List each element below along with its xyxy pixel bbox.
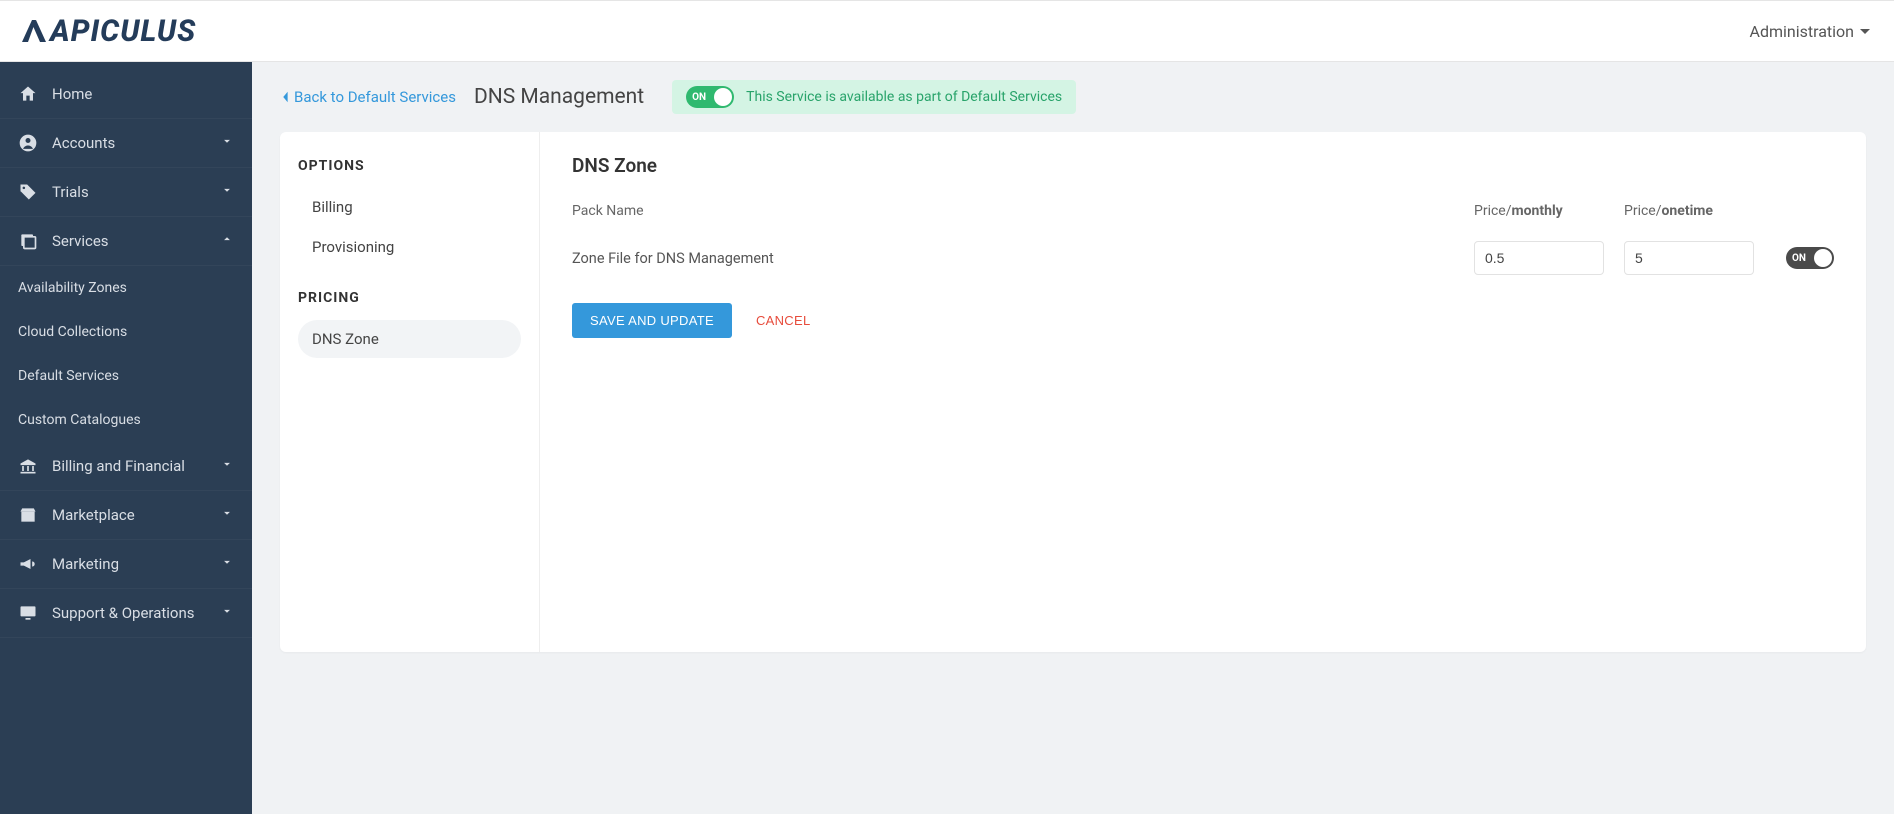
main-content: Back to Default Services DNS Management … bbox=[252, 62, 1894, 814]
service-status-pill: ON This Service is available as part of … bbox=[672, 80, 1076, 114]
admin-label: Administration bbox=[1750, 22, 1855, 41]
sidebar-item-accounts[interactable]: Accounts bbox=[0, 119, 252, 168]
pricing-heading: PRICING bbox=[298, 290, 521, 306]
sidebar-item-marketplace[interactable]: Marketplace bbox=[0, 491, 252, 540]
chevron-up-icon bbox=[220, 232, 234, 250]
pricing-item-dns-zone[interactable]: DNS Zone bbox=[298, 320, 521, 358]
page-header: Back to Default Services DNS Management … bbox=[252, 62, 1894, 132]
brand-logo: APICULUS bbox=[18, 14, 196, 49]
options-heading: OPTIONS bbox=[298, 158, 521, 174]
config-card: OPTIONS Billing Provisioning PRICING DNS… bbox=[280, 132, 1866, 652]
monitor-icon bbox=[18, 603, 38, 623]
sidebar-item-label: Trials bbox=[52, 183, 89, 201]
sidebar-item-billing-financial[interactable]: Billing and Financial bbox=[0, 442, 252, 491]
sidebar-item-services[interactable]: Services bbox=[0, 217, 252, 266]
tags-icon bbox=[18, 182, 38, 202]
save-button[interactable]: SAVE AND UPDATE bbox=[572, 303, 732, 338]
pack-name: Zone File for DNS Management bbox=[572, 250, 1474, 267]
service-enabled-toggle[interactable]: ON bbox=[686, 86, 734, 108]
toggle-knob bbox=[714, 88, 732, 106]
pricing-row: Zone File for DNS Management ON bbox=[572, 241, 1834, 275]
form-actions: SAVE AND UPDATE CANCEL bbox=[572, 303, 1834, 338]
bullhorn-icon bbox=[18, 554, 38, 574]
bank-icon bbox=[18, 456, 38, 476]
sidebar-subitem-default-services[interactable]: Default Services bbox=[0, 354, 252, 398]
sidebar-item-label: Accounts bbox=[52, 134, 115, 152]
caret-down-icon bbox=[1860, 29, 1870, 34]
sidebar: Home Accounts Trials bbox=[0, 62, 252, 814]
person-icon bbox=[18, 133, 38, 153]
sidebar-submenu-services: Availability Zones Cloud Collections Def… bbox=[0, 266, 252, 442]
sidebar-item-label: Marketing bbox=[52, 555, 119, 573]
sidebar-item-support-operations[interactable]: Support & Operations bbox=[0, 589, 252, 638]
sidebar-item-label: Support & Operations bbox=[52, 604, 195, 622]
price-onetime-input[interactable] bbox=[1624, 241, 1754, 275]
chevron-down-icon bbox=[220, 604, 234, 622]
sidebar-item-label: Services bbox=[52, 232, 109, 250]
back-link[interactable]: Back to Default Services bbox=[280, 88, 456, 106]
sidebar-item-label: Billing and Financial bbox=[52, 457, 185, 475]
sidebar-subitem-custom-catalogues[interactable]: Custom Catalogues bbox=[0, 398, 252, 442]
sidebar-item-trials[interactable]: Trials bbox=[0, 168, 252, 217]
card-left-panel: OPTIONS Billing Provisioning PRICING DNS… bbox=[280, 132, 540, 652]
store-icon bbox=[18, 505, 38, 525]
options-item-billing[interactable]: Billing bbox=[298, 188, 521, 226]
topbar: APICULUS Administration bbox=[0, 0, 1894, 62]
toggle-label: ON bbox=[692, 92, 706, 103]
pricing-table-header: Pack Name Price/monthly Price/onetime bbox=[572, 203, 1834, 219]
chevron-down-icon bbox=[220, 134, 234, 152]
home-icon bbox=[18, 84, 38, 104]
back-link-label: Back to Default Services bbox=[294, 88, 456, 106]
sidebar-subitem-cloud-collections[interactable]: Cloud Collections bbox=[0, 310, 252, 354]
chevron-down-icon bbox=[220, 457, 234, 475]
chevron-down-icon bbox=[220, 555, 234, 573]
chevron-left-icon bbox=[280, 90, 290, 104]
service-status-text: This Service is available as part of Def… bbox=[746, 89, 1062, 105]
sidebar-item-home[interactable]: Home bbox=[0, 70, 252, 119]
page-title: DNS Management bbox=[474, 85, 644, 109]
toggle-label: ON bbox=[1792, 253, 1806, 264]
sidebar-item-label: Home bbox=[52, 85, 92, 103]
col-price-onetime: Price/onetime bbox=[1624, 203, 1774, 219]
chevron-down-icon bbox=[220, 506, 234, 524]
layers-icon bbox=[18, 231, 38, 251]
panel-title: DNS Zone bbox=[572, 154, 1834, 177]
sidebar-item-marketing[interactable]: Marketing bbox=[0, 540, 252, 589]
row-enabled-toggle[interactable]: ON bbox=[1786, 247, 1834, 269]
col-price-monthly: Price/monthly bbox=[1474, 203, 1624, 219]
sidebar-item-label: Marketplace bbox=[52, 506, 135, 524]
col-pack-name: Pack Name bbox=[572, 203, 1474, 219]
admin-dropdown[interactable]: Administration bbox=[1750, 22, 1871, 41]
options-item-provisioning[interactable]: Provisioning bbox=[298, 228, 521, 266]
sidebar-subitem-availability-zones[interactable]: Availability Zones bbox=[0, 266, 252, 310]
toggle-knob bbox=[1814, 249, 1832, 267]
chevron-down-icon bbox=[220, 183, 234, 201]
card-right-panel: DNS Zone Pack Name Price/monthly Price/o… bbox=[540, 132, 1866, 652]
price-monthly-input[interactable] bbox=[1474, 241, 1604, 275]
cancel-button[interactable]: CANCEL bbox=[756, 313, 811, 328]
brand-text: APICULUS bbox=[50, 14, 196, 49]
brand-mark-icon bbox=[18, 16, 48, 46]
